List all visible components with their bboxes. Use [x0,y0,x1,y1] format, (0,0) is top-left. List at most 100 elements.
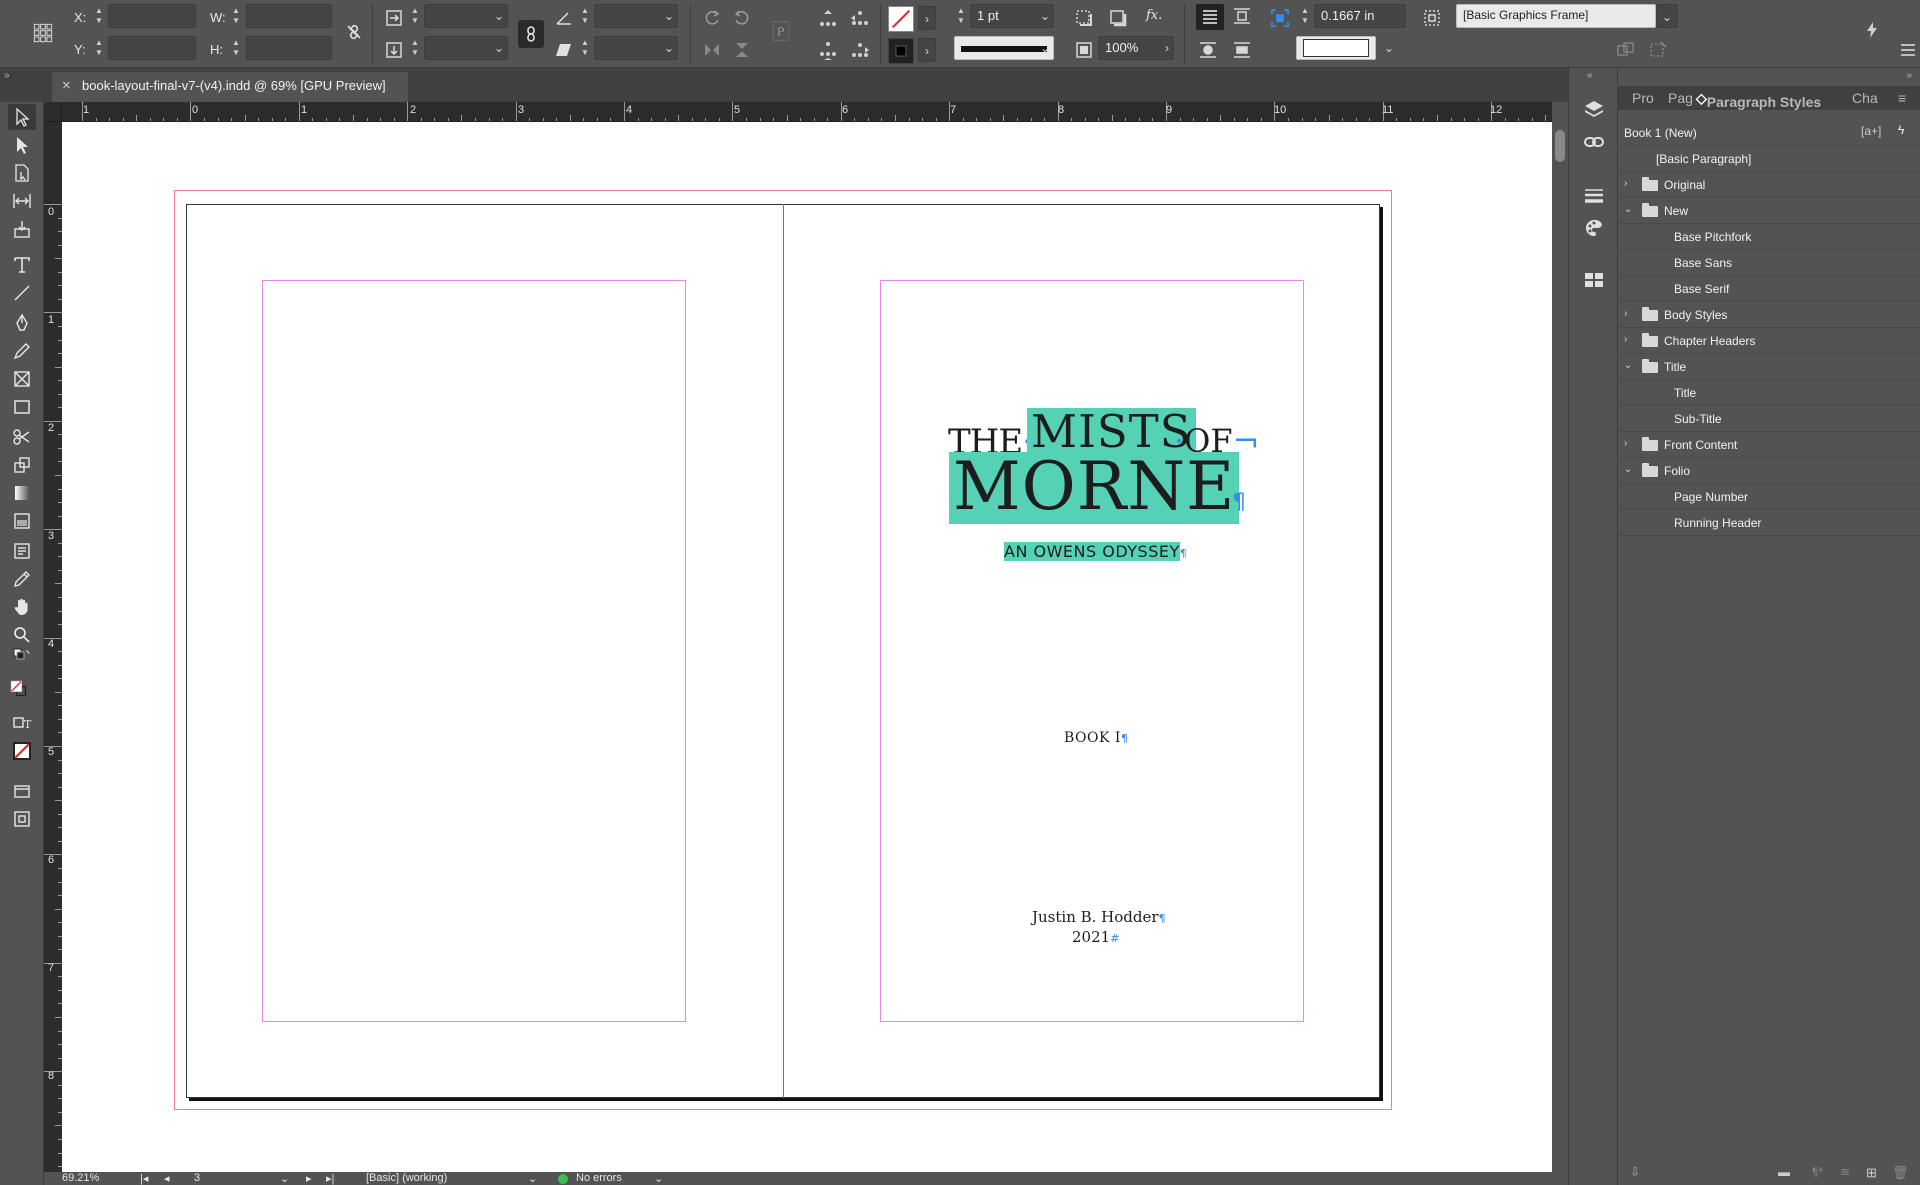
next-spread-icon[interactable]: ▸ [306,1172,312,1185]
stroke-menu-chevron-icon[interactable]: › [918,38,936,62]
style-item[interactable]: Page Number [1618,484,1920,510]
chevron-right-icon[interactable]: › [1624,308,1627,319]
type-tool-icon[interactable] [8,252,36,278]
book-style-source[interactable]: Book 1 (New) [a+] ϟ [1618,120,1920,146]
document-tab[interactable]: × book-layout-final-v7-(v4).indd @ 69% [… [52,72,408,102]
text-wrap-shape-icon[interactable] [1196,38,1220,62]
author-name-text[interactable]: Justin B. Hodder¶ [1032,908,1166,926]
direct-selection-tool-icon[interactable] [8,132,36,158]
chevron-right-icon[interactable]: › [1624,178,1627,189]
rectangle-tool-icon[interactable] [8,394,36,420]
pencil-tool-icon[interactable] [8,338,36,364]
clear-overrides-icon[interactable] [1614,38,1638,62]
style-group-item[interactable]: ⌄ New [1618,198,1920,224]
preflight-profile-label[interactable]: [Basic] (working) [366,1172,447,1184]
effects-fx-button[interactable]: fx. [1146,8,1162,23]
chevron-down-icon[interactable]: ⌄ [1624,204,1632,215]
clear-overrides-style-icon[interactable]: ¶* [1812,1165,1823,1179]
shadow-frame-icon[interactable] [1106,6,1130,30]
h-spinner[interactable]: ▲ ▼ [229,38,243,60]
reference-point-icon[interactable] [28,18,58,48]
create-style-from-selection-icon[interactable]: [a+] [1861,124,1881,138]
free-transform-tool-icon[interactable] [8,452,36,478]
scale-x-spinner[interactable]: ▲ ▼ [408,6,422,28]
tab-pages[interactable]: Pag [1668,90,1693,106]
x-spinner[interactable]: ▲ ▼ [92,6,106,28]
zoom-level-field[interactable]: 69.21% [62,1172,99,1184]
drop-shadow-icon[interactable] [1072,6,1096,30]
tab-paragraph-styles[interactable]: ◇ Paragraph Styles [1696,90,1821,110]
selection-tool-icon[interactable] [8,104,36,130]
y-spinner[interactable]: ▲ ▼ [92,38,106,60]
flip-vertical-icon[interactable] [730,38,754,62]
year-text[interactable]: 2021# [1072,928,1119,946]
load-styles-icon[interactable]: ⇩ [1630,1165,1640,1179]
style-item[interactable]: Title [1618,380,1920,406]
w-field[interactable] [246,4,332,28]
expand-panel-icon[interactable]: » [1906,70,1912,81]
chevron-down-icon[interactable]: ⌄ [1624,464,1632,475]
style-group-item[interactable]: › Body Styles [1618,302,1920,328]
stroke-weight-spinner[interactable]: ▲ ▼ [954,6,968,28]
auto-fit-frame-icon[interactable] [1268,6,1292,30]
object-style-icon[interactable] [1420,6,1444,30]
zoom-tool-icon[interactable] [8,622,36,648]
default-colors-icon[interactable] [8,648,36,666]
style-group-item[interactable]: › Front Content [1618,432,1920,458]
stroke-type-dropdown-icon[interactable]: ⌄ [1036,36,1054,60]
new-style-icon[interactable]: ⊞ [1866,1165,1877,1181]
apply-none-icon[interactable] [8,738,36,764]
style-item[interactable]: Base Pitchfork [1618,224,1920,250]
profile-dropdown-icon[interactable]: ⌄ [528,1172,537,1185]
stroke-color-dropdown-icon[interactable]: ⌄ [1380,36,1398,60]
delete-style-icon[interactable]: 🗑 [1892,1165,1909,1181]
shear-dropdown-icon[interactable]: ⌄ [660,36,678,60]
eyedropper-tool-icon[interactable] [8,566,36,592]
page-number-field[interactable]: 3 [194,1172,200,1184]
rotate-cw-icon[interactable] [700,6,724,30]
links-panel-icon[interactable] [1582,130,1606,154]
book-number-text[interactable]: BOOK I¶ [1064,730,1128,746]
select-previous-icon[interactable] [848,6,872,30]
stroke-color-field[interactable] [1296,36,1376,60]
object-style-dropdown-icon[interactable]: ⌄ [1656,4,1678,28]
style-item[interactable]: Running Header [1618,510,1920,536]
style-item[interactable]: Base Serif [1618,276,1920,302]
errors-dropdown-icon[interactable]: ⌄ [654,1172,663,1185]
select-content-icon[interactable] [816,38,840,62]
note-tool-icon[interactable] [8,538,36,564]
hand-tool-icon[interactable] [8,594,36,620]
tab-character-styles[interactable]: Cha [1852,90,1878,106]
select-next-icon[interactable] [848,38,872,62]
style-item[interactable]: Base Sans [1618,250,1920,276]
opacity-menu-chevron-icon[interactable]: › [1158,36,1176,60]
ruler-origin[interactable] [44,102,62,122]
fill-stroke-swatches-icon[interactable] [2,670,36,708]
gradient-swatch-tool-icon[interactable] [8,480,36,506]
object-style-select[interactable]: [Basic Graphics Frame] [1456,4,1656,28]
rotate-ccw-icon[interactable] [730,6,754,30]
stroke-weight-dropdown-icon[interactable]: ⌄ [1036,4,1054,28]
control-panel-menu-icon[interactable] [1896,38,1920,62]
scale-y-spinner[interactable]: ▲ ▼ [408,38,422,60]
new-group-folder-icon[interactable]: ▬ [1778,1165,1790,1179]
close-tab-icon[interactable]: × [62,77,71,94]
scale-x-dropdown-icon[interactable]: ⌄ [490,4,508,28]
text-wrap-bounding-icon[interactable] [1230,4,1254,28]
formatting-affects-container-icon[interactable]: T [8,712,36,734]
rotation-dropdown-icon[interactable]: ⌄ [660,4,678,28]
content-collector-tool-icon[interactable] [8,216,36,242]
chevron-down-icon[interactable]: ⌄ [1624,360,1632,371]
clear-non-defined-icon[interactable] [1646,38,1670,62]
scissors-tool-icon[interactable] [8,424,36,450]
collapse-panels-icon[interactable]: « [1587,70,1593,81]
style-group-item[interactable]: › Original [1618,172,1920,198]
document-canvas[interactable]: THE· MISTS ·OF¬ MORNE ¶ AN OWENS ODYSSEY… [62,122,1552,1172]
text-wrap-jump-icon[interactable] [1230,38,1254,62]
y-field[interactable] [108,36,196,60]
first-spread-icon[interactable]: |◂ [140,1172,148,1185]
shear-spinner[interactable]: ▲ ▼ [578,38,592,60]
previous-spread-icon[interactable]: ◂ [164,1172,170,1185]
style-item[interactable]: [Basic Paragraph] [1618,146,1920,172]
rectangle-frame-tool-icon[interactable] [8,366,36,392]
